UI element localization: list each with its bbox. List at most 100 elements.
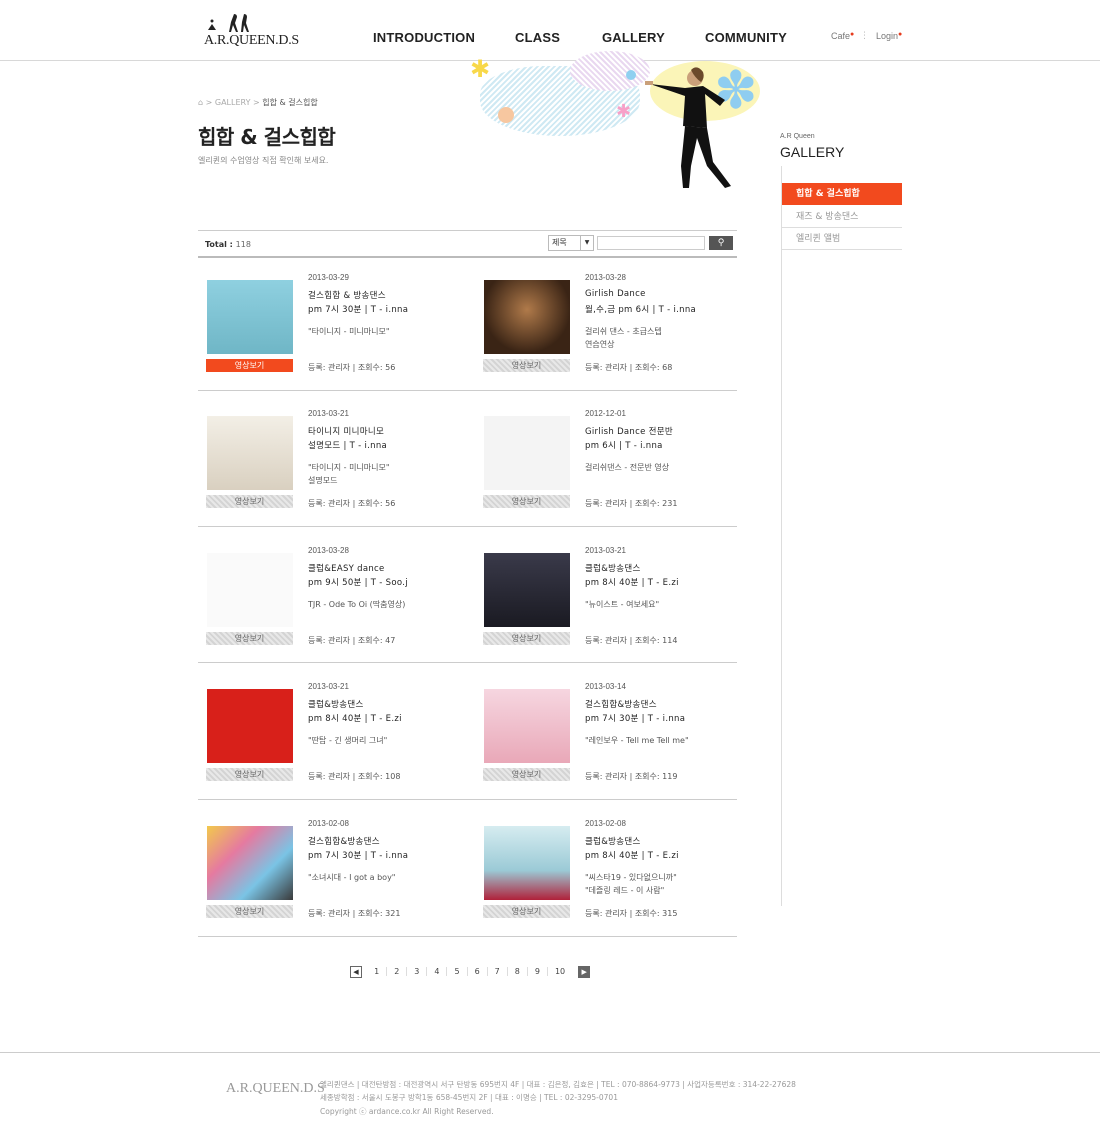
video-thumbnail[interactable] xyxy=(207,280,293,354)
sidebar-item-jazz[interactable]: 재즈 & 방송댄스 xyxy=(782,206,902,228)
prev-page-button[interactable]: ◀ xyxy=(350,965,362,978)
breadcrumb-gallery[interactable]: GALLERY xyxy=(215,98,251,107)
item-schedule: pm 7시 30분 | T - i.nna xyxy=(585,714,686,724)
util-separator: ⋮ xyxy=(860,31,869,41)
item-meta: 등록: 관리자 | 조회수: 315 xyxy=(585,909,678,918)
video-thumbnail[interactable] xyxy=(207,553,293,627)
gallery-item: 영상보기 2013-03-21 클럽&방송댄스 pm 8시 40분 | T - E.z… xyxy=(475,543,745,663)
item-description: 걸리쉬 댄스 - 초급스텝 xyxy=(585,327,662,336)
item-title[interactable]: 걸스힙합&방송댄스 xyxy=(308,835,380,847)
item-schedule: pm 7시 30분 | T - i.nna xyxy=(308,305,409,315)
login-link[interactable]: Login● xyxy=(876,31,902,41)
view-video-button[interactable]: 영상보기 xyxy=(206,905,293,918)
item-title[interactable]: 걸스힙합 & 방송댄스 xyxy=(308,289,386,301)
page-number[interactable]: 4 xyxy=(427,967,448,976)
video-thumbnail[interactable] xyxy=(207,826,293,900)
search-field-select[interactable]: 제목 ▼ xyxy=(548,235,594,251)
item-meta: 등록: 관리자 | 조회수: 47 xyxy=(308,636,396,645)
view-video-button[interactable]: 영상보기 xyxy=(483,359,570,372)
item-schedule: pm 6시 | T - i.nna xyxy=(585,441,663,451)
item-description: "딴탑 - 긴 생머리 그녀" xyxy=(308,736,388,745)
page-description: 엘리퀸의 수업영상 직접 확인해 보세요. xyxy=(198,156,329,165)
video-thumbnail[interactable] xyxy=(484,280,570,354)
page-number[interactable]: 9 xyxy=(528,967,548,976)
view-video-button[interactable]: 영상보기 xyxy=(206,359,293,372)
page-number[interactable]: 6 xyxy=(468,967,488,976)
view-video-button[interactable]: 영상보기 xyxy=(483,495,570,508)
item-date: 2012-12-01 xyxy=(585,409,626,418)
video-thumbnail[interactable] xyxy=(484,689,570,763)
gallery-item: 영상보기 2013-03-29 걸스힙합 & 방송댄스 pm 7시 30분 | T -… xyxy=(198,270,468,390)
item-description: "타이니지 - 미니마니모" xyxy=(308,463,390,472)
item-date: 2013-03-29 xyxy=(308,273,349,282)
home-icon[interactable]: ⌂ xyxy=(198,98,203,107)
view-video-button[interactable]: 영상보기 xyxy=(483,768,570,781)
dancers-icon xyxy=(208,14,249,32)
item-date: 2013-02-08 xyxy=(585,819,626,828)
site-logo[interactable]: A.R.QUEEN.D.S xyxy=(204,12,299,52)
item-description: "뉴이스트 - 여보세요" xyxy=(585,600,660,609)
gallery-item: 영상보기 2013-03-28 Girlish Dance 월,수,금 pm 6시 |… xyxy=(475,270,745,390)
view-video-button[interactable]: 영상보기 xyxy=(483,905,570,918)
item-title[interactable]: 걸스힙합&방송댄스 xyxy=(585,698,657,710)
page-number[interactable]: 2 xyxy=(387,967,408,976)
item-description: "소녀시대 - I got a boy" xyxy=(308,873,396,882)
total-count: Total : 118 xyxy=(205,240,251,249)
video-thumbnail[interactable] xyxy=(484,826,570,900)
flower-icon: ✱ xyxy=(470,55,491,83)
search-button[interactable]: ⚲ xyxy=(709,236,733,250)
item-description: "타이니지 - 미니마니모" xyxy=(308,327,390,336)
video-thumbnail[interactable] xyxy=(484,553,570,627)
item-date: 2013-03-28 xyxy=(308,546,349,555)
next-page-button[interactable]: ▶ xyxy=(578,965,591,978)
sidebar-divider xyxy=(781,166,782,906)
item-title[interactable]: Girlish Dance 전문반 xyxy=(585,425,673,437)
item-schedule: pm 7시 30분 | T - i.nna xyxy=(308,851,409,861)
sidebar-item-hiphop[interactable]: 힙합 & 걸스힙합 xyxy=(782,183,902,205)
video-thumbnail[interactable] xyxy=(484,416,570,490)
item-description: 걸리쉬댄스 - 전문반 영상 xyxy=(585,463,670,472)
page-number[interactable]: 8 xyxy=(508,967,528,976)
video-thumbnail[interactable] xyxy=(207,689,293,763)
page-number[interactable]: 10 xyxy=(548,967,573,976)
nav-class[interactable]: CLASS xyxy=(515,30,560,45)
page-number[interactable]: 3 xyxy=(407,967,428,976)
footer-info-2: 세종방학점 : 서울시 도봉구 방학1동 658-45번지 2F | 대표 : … xyxy=(320,1093,618,1102)
logo-text: A.R.QUEEN.D.S xyxy=(204,33,299,48)
page-number[interactable]: 7 xyxy=(488,967,508,976)
item-schedule: pm 8시 40분 | T - E.zi xyxy=(585,578,679,588)
view-video-button[interactable]: 영상보기 xyxy=(206,495,293,508)
search-input[interactable] xyxy=(597,236,705,250)
footer-logo: A.R.QUEEN.D.S xyxy=(226,1081,325,1096)
item-date: 2013-02-08 xyxy=(308,819,349,828)
nav-community[interactable]: COMMUNITY xyxy=(705,30,787,45)
row-divider xyxy=(198,799,737,800)
view-video-button[interactable]: 영상보기 xyxy=(483,632,570,645)
nav-introduction[interactable]: INTRODUCTION xyxy=(373,30,475,45)
row-divider xyxy=(198,390,737,391)
item-meta: 등록: 관리자 | 조회수: 231 xyxy=(585,499,678,508)
view-video-button[interactable]: 영상보기 xyxy=(206,632,293,645)
row-divider xyxy=(198,936,737,937)
item-title[interactable]: 타이니지 미니마니모 xyxy=(308,425,384,437)
cafe-link[interactable]: Cafe● xyxy=(831,31,854,41)
view-video-button[interactable]: 영상보기 xyxy=(206,768,293,781)
item-title[interactable]: 클럽&EASY dance xyxy=(308,562,385,574)
row-divider xyxy=(198,526,737,527)
page-number[interactable]: 5 xyxy=(447,967,468,976)
footer: A.R.QUEEN.D.S 엘리퀸댄스 | 대전탄방점 : 대전광역시 서구 탄… xyxy=(0,1052,1100,1138)
item-meta: 등록: 관리자 | 조회수: 321 xyxy=(308,909,401,918)
item-title[interactable]: 클럽&방송댄스 xyxy=(308,698,364,710)
nav-gallery[interactable]: GALLERY xyxy=(602,30,665,45)
gallery-item: 영상보기 2013-03-21 타이니지 미니마니모 설명모드 | T - i.nna… xyxy=(198,406,468,526)
page-number[interactable]: 1 xyxy=(367,967,388,976)
item-title[interactable]: 클럽&방송댄스 xyxy=(585,562,641,574)
item-title[interactable]: 클럽&방송댄스 xyxy=(585,835,641,847)
video-thumbnail[interactable] xyxy=(207,416,293,490)
sidebar-item-album[interactable]: 엘리퀸 앨범 xyxy=(782,228,902,250)
item-date: 2013-03-14 xyxy=(585,682,626,691)
item-title[interactable]: Girlish Dance xyxy=(585,289,646,299)
item-description-2: 설명모드 xyxy=(308,476,338,485)
item-date: 2013-03-21 xyxy=(308,682,349,691)
item-description: "씨스타19 - 있다없으니까" xyxy=(585,873,677,882)
